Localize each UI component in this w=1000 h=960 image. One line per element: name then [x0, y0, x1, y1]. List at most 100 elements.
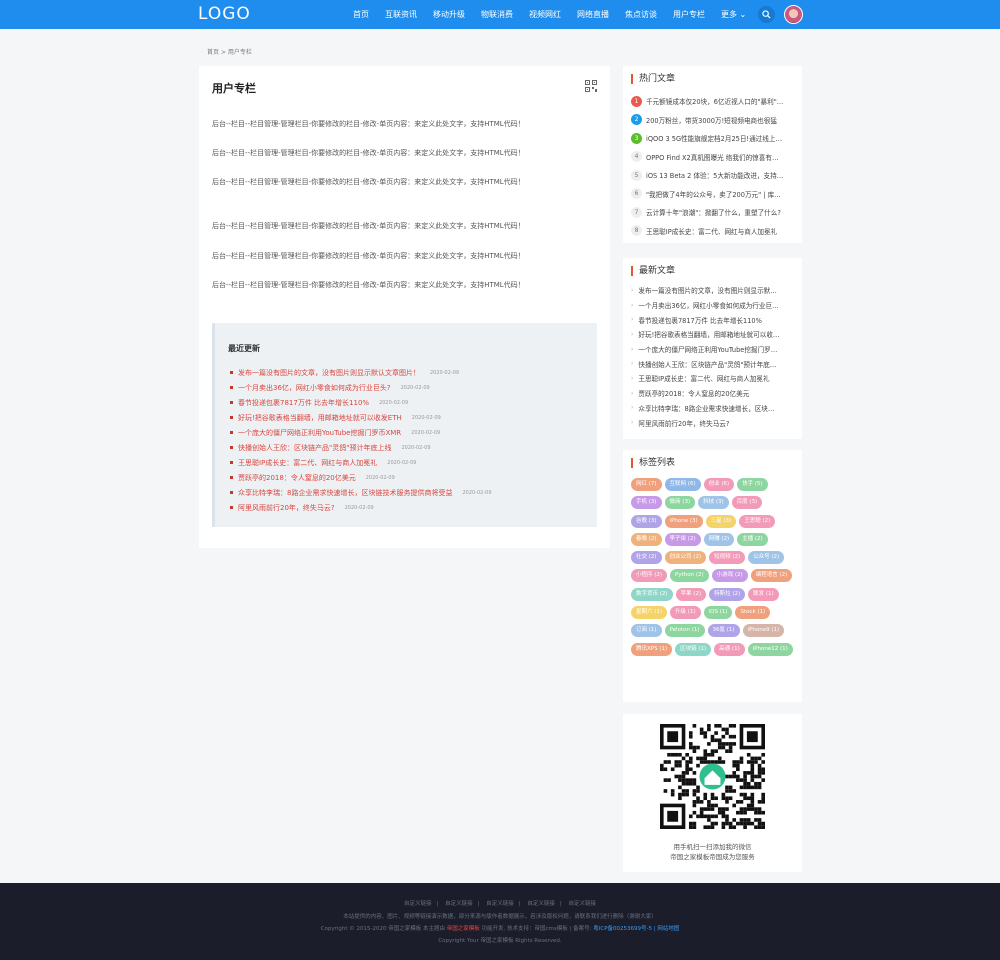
tag-pill[interactable]: 百度 (3) [731, 496, 763, 510]
breadcrumb: 首页 > 用户专栏 [207, 49, 252, 56]
recent-article-link[interactable]: 王思聪IP成长史：富二代、网红与商人加冕礼 [238, 458, 377, 468]
latest-article-link[interactable]: 春节投递包裹7817万件 比去年增长110% [638, 315, 793, 325]
hot-article-link[interactable]: iOS 13 Beta 2 体验：5大新功能改进，支持… [646, 170, 794, 180]
nav-internet-news[interactable]: 互联资讯 [377, 0, 425, 29]
tag-pill[interactable]: 公众号 (2) [748, 551, 785, 565]
tag-pill[interactable]: 腾讯XPS (1) [631, 642, 673, 656]
tag-pill[interactable]: 网赚 (2) [703, 532, 735, 546]
hot-article-link[interactable]: 王思聪IP成长史：富二代、网红与商人加冕礼 [646, 226, 794, 236]
nav-iot-consumer[interactable]: 物联消费 [473, 0, 521, 29]
tag-pill[interactable]: Python (2) [670, 569, 709, 583]
tag-pill[interactable]: iPhone (3) [664, 514, 703, 528]
main-nav: 首页 互联资讯 移动升级 物联消费 视频网红 网络直播 焦点访谈 用户专栏 更多… [345, 0, 754, 29]
tag-pill[interactable]: 升级 (1) [670, 606, 701, 620]
footer-link[interactable]: 自定义链接 [486, 901, 514, 907]
rank-badge: 6 [631, 188, 642, 200]
recent-article-link[interactable]: 贾跃亭的2018：令人窒息的20亿美元 [238, 473, 356, 483]
footer-link[interactable]: 自定义链接 [404, 901, 432, 907]
list-item: 6 "我把做了4年的公众号，卖了200万元" | 库… [631, 185, 794, 204]
tag-pill[interactable]: 苹果 (2) [675, 587, 707, 601]
tag-pill[interactable]: 编程语言 (2) [750, 569, 793, 583]
nav-video-influencer[interactable]: 视频网红 [521, 0, 569, 29]
tag-pill[interactable]: 星期六 (1) [631, 606, 668, 620]
user-avatar[interactable] [784, 5, 803, 24]
tag-pill[interactable]: 创业 (6) [703, 478, 735, 491]
latest-article-link[interactable]: 贾跃亭的2018：令人窒息的20亿美元 [638, 388, 793, 398]
site-logo[interactable]: LOGO [198, 4, 251, 24]
tag-pill[interactable]: iOS (1) [703, 606, 733, 620]
footer-link[interactable]: 自定义链接 [445, 901, 473, 907]
footer-link[interactable]: 自定义链接 [568, 901, 596, 907]
tag-pill[interactable]: 网红 (7) [631, 478, 662, 491]
qr-code-icon[interactable] [585, 80, 597, 92]
hot-article-link[interactable]: "我把做了4年的公众号，卖了200万元" | 库… [646, 189, 794, 199]
tag-pill[interactable]: iPhone12 (1) [747, 642, 793, 656]
tag-pill[interactable]: 短视频 (2) [709, 551, 746, 565]
nav-live-stream[interactable]: 网络直播 [569, 0, 617, 29]
hot-article-link[interactable]: iQOO 3 5G性能旗舰定档2月25日!通过线上… [646, 133, 794, 143]
tag-pill[interactable]: 高通 (1) [714, 642, 745, 656]
tag-pill[interactable]: 主播 (2) [737, 532, 768, 546]
tag-pill[interactable]: 春晚 (2) [631, 532, 662, 546]
tag-pill[interactable]: 三星 (3) [705, 514, 737, 528]
latest-article-link[interactable]: 王思聪IP成长史：富二代、网红与商人加冕礼 [638, 373, 793, 383]
latest-article-link[interactable]: 发布一篇没有图片的文章，没有图片则显示默… [638, 285, 793, 295]
tag-pill[interactable]: 36氪 (1) [707, 624, 740, 638]
nav-home[interactable]: 首页 [345, 0, 377, 29]
tag-pill[interactable]: 微商 (3) [664, 496, 696, 510]
tag-pill[interactable]: 互联网 (6) [664, 478, 701, 491]
tag-pill[interactable]: 区块链 (1) [675, 642, 712, 656]
tag-pill[interactable]: 谷歌 (3) [631, 514, 662, 528]
tag-pill[interactable]: 手机 (3) [631, 496, 662, 510]
tag-pill[interactable]: Stock (1) [735, 606, 771, 620]
latest-article-link[interactable]: 众享比特李瑞：8路企业需求快速增长，区块… [638, 403, 793, 413]
nav-more-dropdown[interactable]: 更多 ⌄ [713, 0, 754, 29]
list-item: 发布一篇没有图片的文章，没有图片则显示默认文章图片！ 2020-02-09 [230, 365, 492, 380]
latest-article-link[interactable]: 好玩!把谷歌表格当翻墙，用邮箱地址就可以收… [638, 329, 793, 339]
top-navbar: LOGO 首页 互联资讯 移动升级 物联消费 视频网红 网络直播 焦点访谈 用户… [0, 0, 1000, 29]
tag-pill[interactable]: 快手 (5) [737, 478, 768, 491]
footer-link[interactable]: 自定义链接 [527, 901, 555, 907]
recent-article-link[interactable]: 众享比特李瑞：8路企业需求快速增长，区块链技术服务提供商将受益 [238, 488, 452, 498]
tag-pill[interactable]: 科技 (3) [698, 496, 729, 510]
nav-user-column[interactable]: 用户专栏 [665, 0, 713, 29]
tag-pill[interactable]: 小程序 (2) [631, 569, 668, 583]
tag-pill[interactable]: 王思聪 (2) [739, 514, 776, 528]
chevron-right-icon: › [631, 404, 634, 412]
recent-article-link[interactable]: 好玩!把谷歌表格当翻墙，用邮箱地址就可以收发ETH [238, 413, 402, 423]
qr-caption-line2: 帝国之家模板帝国成为您服务 [670, 853, 755, 861]
recent-article-link[interactable]: 一个月卖出36亿，网红小零食如何成为行业巨头? [238, 383, 391, 393]
recent-article-link[interactable]: 春节投递包裹7817万件 比去年增长110% [238, 398, 369, 408]
theme-author-link[interactable]: 帝国之家模板 [447, 926, 480, 932]
hot-article-link[interactable]: 千元额镜成本仅20块，6亿近视人口的"暴利"… [646, 96, 794, 106]
nav-mobile-upgrade[interactable]: 移动升级 [425, 0, 473, 29]
recent-article-link[interactable]: 发布一篇没有图片的文章，没有图片则显示默认文章图片！ [238, 368, 420, 378]
tag-pill[interactable]: 联发 (1) [748, 587, 779, 601]
tag-pill[interactable]: 特斯拉 (2) [709, 587, 746, 601]
tag-pill[interactable]: 社交 (2) [631, 551, 662, 565]
latest-article-link[interactable]: 阿里风雨前行20年，终失马云? [638, 418, 793, 428]
hot-article-link[interactable]: 200万粉丝，带货3000万!短视频电商也很猛 [646, 115, 794, 125]
recent-article-link[interactable]: 快播创始人王欣：区块链产品"灵鸽"预计年底上线 [238, 443, 391, 453]
tag-pill[interactable]: 小游戏 (2) [711, 569, 748, 583]
tag-pill[interactable]: Peloton (1) [664, 624, 705, 638]
tag-pill[interactable]: 李子柒 (2) [664, 532, 701, 546]
content-paragraph: 后台--栏目--栏目管理-管理栏目-你要修改的栏目-修改-单页内容：来定义此处文… [212, 252, 525, 260]
wechat-qr-code [660, 724, 765, 829]
recent-article-link[interactable]: 阿里风雨前行20年，终失马云? [238, 503, 335, 513]
tag-pill[interactable]: 订阅 (1) [631, 624, 662, 638]
search-button[interactable] [758, 6, 775, 23]
icp-sitemap-link[interactable]: 粤ICP备00253699号-5 | 网站地图 [593, 926, 679, 932]
hot-article-link[interactable]: OPPO Find X2真机图曝光 络我们的惊喜有… [646, 152, 794, 162]
tag-pill[interactable]: 创业公司 (2) [664, 551, 707, 565]
latest-article-link[interactable]: 快播创始人王欣：区块链产品"灵鸽"预计年底… [638, 359, 793, 369]
bullet-icon [230, 446, 233, 449]
hot-article-link[interactable]: 云计算十年"浪潮"：掀翻了什么，重塑了什么? [646, 207, 794, 217]
nav-focus-interview[interactable]: 焦点访谈 [617, 0, 665, 29]
recent-article-link[interactable]: 一个庞大的僵尸网络正利用YouTube挖掘门罗币XMR [238, 428, 401, 438]
content-paragraph: 后台--栏目--栏目管理-管理栏目-你要修改的栏目-修改-单页内容：来定义此处文… [212, 149, 525, 157]
tag-pill[interactable]: iPhone9 (1) [742, 624, 785, 638]
tag-pill[interactable]: 数字货币 (2) [631, 587, 673, 601]
latest-article-link[interactable]: 一个月卖出36亿，网红小零食如何成为行业巨… [638, 300, 793, 310]
latest-article-link[interactable]: 一个庞大的僵尸网络正利用YouTube挖掘门罗… [638, 344, 793, 354]
